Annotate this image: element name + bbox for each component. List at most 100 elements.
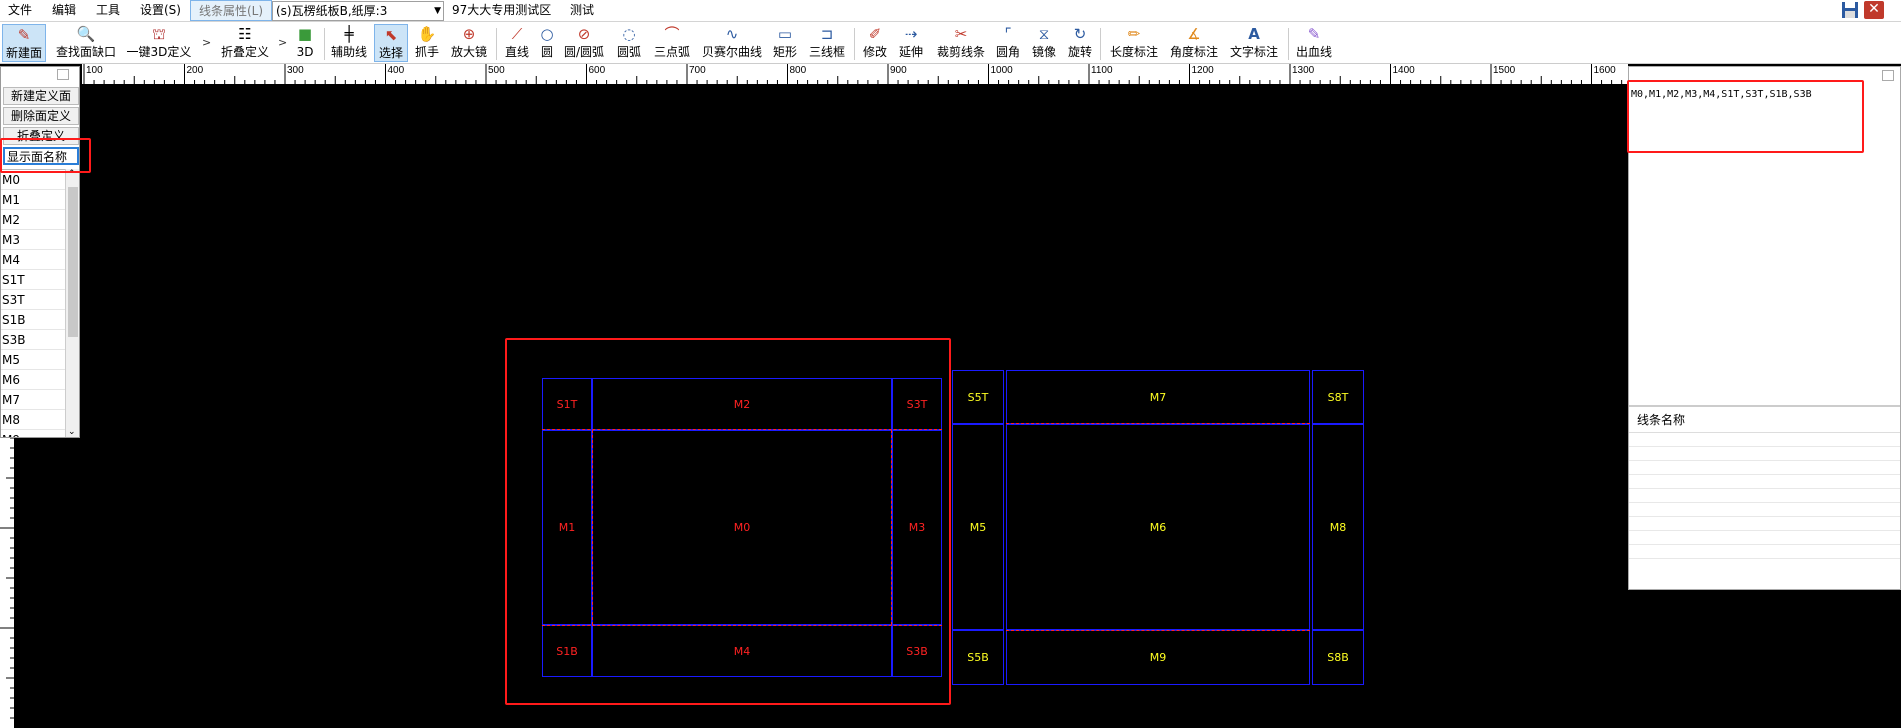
text-annotation-button[interactable]: A 文字标注 — [1228, 24, 1280, 62]
trim-button[interactable]: ✂ 裁剪线条 — [934, 24, 988, 62]
modify-icon: ✐ — [868, 25, 882, 43]
grid-row[interactable] — [1629, 489, 1900, 503]
grid-row[interactable] — [1629, 503, 1900, 517]
face-m9[interactable]: M9 — [1006, 630, 1310, 685]
face-list-item[interactable]: M3 — [1, 230, 65, 250]
mirror-button[interactable]: ⧖ 镜像 — [1030, 24, 1058, 62]
panel-close-icon[interactable] — [57, 69, 69, 80]
length-dim-button[interactable]: ✏ 长度标注 — [1108, 24, 1160, 62]
face-m0[interactable]: M0 — [592, 430, 892, 625]
one-click-3d-button[interactable]: ⛫ 一键3D定义 — [124, 24, 194, 62]
find-gap-button[interactable]: 🔍 查找面缺口 — [54, 24, 118, 62]
ruler-ticks: 100 200 300 400 500 600 700 800 900 1000 1100 1200 1… — [83, 64, 1623, 84]
bezier-button[interactable]: ∿ 贝赛尔曲线 — [700, 24, 764, 62]
grid-row[interactable] — [1629, 475, 1900, 489]
rotate-icon: ↻ — [1073, 25, 1087, 43]
face-list-item[interactable]: M0 — [1, 170, 65, 190]
grid-row[interactable] — [1629, 433, 1900, 447]
menu-test-area[interactable]: 97大大专用测试区 — [444, 0, 559, 21]
fillet-button[interactable]: ⌜ 圆角 — [994, 24, 1022, 62]
face-list-item[interactable]: M5 — [1, 350, 65, 370]
ruler-label: 900 — [890, 65, 907, 76]
select-button[interactable]: ⬉ 选择 — [374, 24, 408, 62]
grid-row[interactable] — [1629, 545, 1900, 559]
face-list-item[interactable]: M1 — [1, 190, 65, 210]
grid-row[interactable] — [1629, 461, 1900, 475]
face-m7[interactable]: M7 — [1006, 370, 1310, 424]
ruler-label: 1300 — [1292, 65, 1315, 76]
face-s8t[interactable]: S8T — [1312, 370, 1364, 424]
circle-arc-icon: ⊘ — [577, 25, 591, 43]
magnifier-button[interactable]: ⊕ 放大镜 — [448, 24, 490, 62]
cube-icon: ■ — [297, 25, 313, 43]
face-list-item[interactable]: M4 — [1, 250, 65, 270]
face-m1[interactable]: M1 — [542, 430, 592, 625]
face-s5b[interactable]: S5B — [952, 630, 1004, 685]
face-m8[interactable]: M8 — [1312, 424, 1364, 630]
face-list-item[interactable]: M7 — [1, 390, 65, 410]
menu-tools[interactable]: 工具 — [88, 0, 128, 21]
ruler-label: 700 — [689, 65, 706, 76]
face-list-item[interactable]: M9 — [1, 430, 65, 437]
close-icon[interactable]: ✕ — [1864, 1, 1884, 19]
face-list-item[interactable]: S3T — [1, 290, 65, 310]
menu-edit[interactable]: 编辑 — [44, 0, 84, 21]
ruler-label: 500 — [488, 65, 505, 76]
material-select[interactable]: (s)瓦楞纸板B,纸厚:3 ▼ — [272, 1, 444, 21]
face-s5t[interactable]: S5T — [952, 370, 1004, 424]
face-m3[interactable]: M3 — [892, 430, 942, 625]
chevron-down-icon: ▼ — [434, 6, 441, 16]
bleed-line-button[interactable]: ✎ 出血线 — [1294, 24, 1334, 62]
rotate-button[interactable]: ↻ 旋转 — [1066, 24, 1094, 62]
circle-arc-button[interactable]: ⊘ 圆/圆弧 — [562, 24, 606, 62]
three-line-frame-button[interactable]: ⊐ 三线框 — [806, 24, 848, 62]
modify-button[interactable]: ✐ 修改 — [860, 24, 890, 62]
face-s3t[interactable]: S3T — [892, 378, 942, 430]
grid-row[interactable] — [1629, 517, 1900, 531]
face-m2[interactable]: M2 — [592, 378, 892, 430]
face-list-item[interactable]: M2 — [1, 210, 65, 230]
ruler-label: 1600 — [1594, 65, 1617, 76]
grid-row[interactable] — [1629, 447, 1900, 461]
face-s8b[interactable]: S8B — [1312, 630, 1364, 685]
face-list-item[interactable]: S1B — [1, 310, 65, 330]
guide-line-button[interactable]: ╪ 辅助线 — [328, 24, 370, 62]
face-list-item[interactable]: S3B — [1, 330, 65, 350]
panel-close-icon[interactable] — [1882, 70, 1894, 81]
face-m4[interactable]: M4 — [592, 625, 892, 677]
arc-button[interactable]: ◌ 圆弧 — [614, 24, 644, 62]
delete-face-definition-button[interactable]: 删除面定义 — [3, 107, 79, 125]
grid-row[interactable] — [1629, 531, 1900, 545]
fold-line — [542, 625, 942, 626]
scrollbar-thumb[interactable] — [68, 187, 78, 337]
bleed-line-icon: ✎ — [1307, 25, 1321, 43]
extend-button[interactable]: ⇢ 延伸 — [896, 24, 926, 62]
menu-file[interactable]: 文件 — [0, 0, 40, 21]
face-list: M0M1M2M3M4S1TS3TS1BS3BM5M6M7M8M9 — [1, 169, 65, 437]
line-name-grid: 线条名称 — [1629, 405, 1900, 587]
face-s1t[interactable]: S1T — [542, 378, 592, 430]
circle-button[interactable]: ○ 圆 — [536, 24, 558, 62]
face-list-scrollbar[interactable]: ⌃ ⌄ — [65, 169, 79, 437]
3d-button[interactable]: ■ 3D — [292, 24, 318, 62]
face-m5[interactable]: M5 — [952, 424, 1004, 630]
three-point-arc-button[interactable]: ⌒ 三点弧 — [652, 24, 692, 62]
new-face-definition-button[interactable]: 新建定义面 — [3, 87, 79, 105]
new-face-button[interactable]: ✎ 新建面 — [2, 24, 46, 62]
face-list-item[interactable]: S1T — [1, 270, 65, 290]
menu-settings[interactable]: 设置(S) — [132, 0, 189, 21]
fold-define-button[interactable]: ☷ 折叠定义 — [218, 24, 272, 62]
face-s1b[interactable]: S1B — [542, 625, 592, 677]
face-m6[interactable]: M6 — [1006, 424, 1310, 630]
scroll-down-icon[interactable]: ⌄ — [68, 427, 76, 437]
rectangle-button[interactable]: ▭ 矩形 — [770, 24, 800, 62]
menu-test[interactable]: 测试 — [562, 0, 602, 21]
menu-line-properties[interactable]: 线条属性(L) — [190, 0, 273, 21]
face-s3b[interactable]: S3B — [892, 625, 942, 677]
angle-dim-button[interactable]: ∡ 角度标注 — [1168, 24, 1220, 62]
face-list-item[interactable]: M8 — [1, 410, 65, 430]
face-list-item[interactable]: M6 — [1, 370, 65, 390]
line-button[interactable]: ⟋ 直线 — [502, 24, 532, 62]
save-icon[interactable] — [1840, 1, 1860, 19]
hand-button[interactable]: ✋ 抓手 — [412, 24, 442, 62]
